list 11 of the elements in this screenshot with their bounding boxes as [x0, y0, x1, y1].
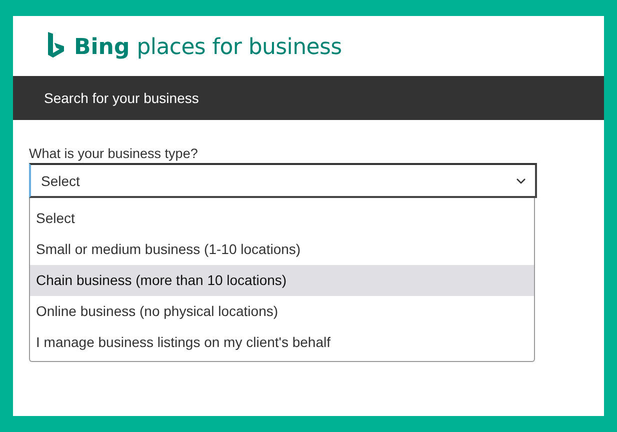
nav-title: Search for your business — [44, 90, 199, 106]
dropdown-option[interactable]: Small or medium business (1-10 locations) — [30, 234, 534, 265]
field-label: What is your business type? — [29, 146, 199, 161]
dropdown-option[interactable]: Chain business (more than 10 locations) — [30, 265, 534, 296]
brand-tagline: places for business — [136, 34, 342, 60]
dropdown-option[interactable]: I manage business listings on my client's behalf — [30, 327, 534, 358]
dropdown-option[interactable]: Online business (no physical locations) — [30, 296, 534, 327]
brand-name: Bing — [74, 34, 130, 60]
chevron-down-icon — [516, 178, 526, 184]
business-type-dropdown[interactable]: Select — [29, 163, 537, 198]
dropdown-option[interactable]: Select — [30, 203, 534, 234]
